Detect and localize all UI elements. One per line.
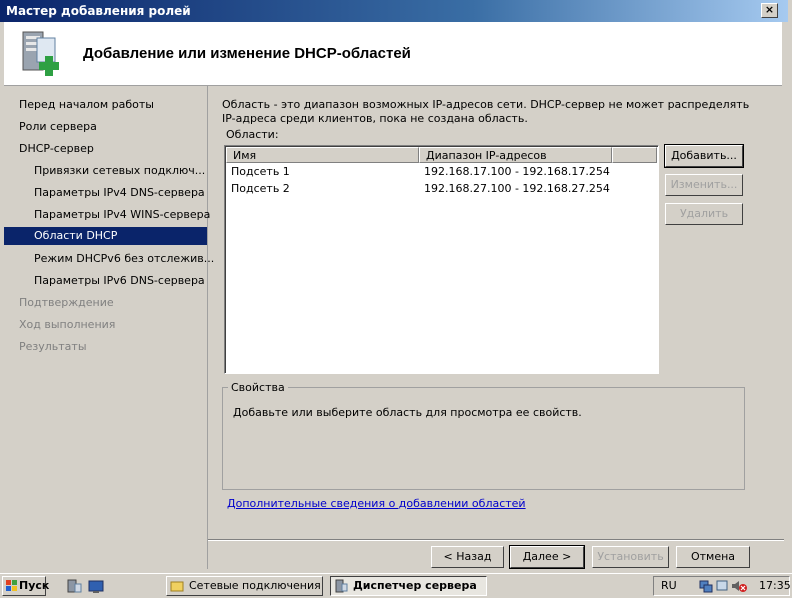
step-label: Подтверждение <box>19 296 114 309</box>
properties-text: Добавьте или выберите область для просмо… <box>233 406 582 419</box>
step-label: Привязки сетевых подключ... <box>34 164 206 177</box>
step-progress: Ход выполнения <box>4 314 207 336</box>
scope-description: Область - это диапазон возможных IP-адре… <box>222 98 750 125</box>
step-dhcp-scopes[interactable]: Области DHCP <box>4 227 207 245</box>
step-label: Ход выполнения <box>19 318 116 331</box>
step-label: Параметры IPv4 DNS-сервера <box>34 186 205 199</box>
step-ipv4-dns[interactable]: Параметры IPv4 DNS-сервера <box>4 182 207 204</box>
column-header-filler <box>612 147 657 163</box>
wizard-steps: Перед началом работы Роли сервера DHCP-с… <box>4 86 214 569</box>
properties-legend: Свойства <box>228 381 288 394</box>
network-adapter-icon[interactable] <box>715 579 729 593</box>
back-button[interactable]: < Назад <box>431 546 504 568</box>
task-network-connections[interactable]: Сетевые подключения <box>166 576 323 596</box>
server-manager-icon <box>335 579 348 593</box>
next-button[interactable]: Далее > <box>509 545 585 569</box>
wizard-header: Добавление или изменение DHCP-областей <box>4 22 782 86</box>
step-label: Параметры IPv6 DNS-сервера <box>34 274 205 287</box>
taskbar: Пуск Сетевые подключения Диспетчер серве… <box>0 573 792 598</box>
delete-button[interactable]: Удалить <box>665 203 743 225</box>
step-results: Результаты <box>4 336 207 358</box>
step-ipv6-dns[interactable]: Параметры IPv6 DNS-сервера <box>4 270 207 292</box>
step-before-you-begin[interactable]: Перед началом работы <box>4 94 207 116</box>
start-label: Пуск <box>19 579 50 592</box>
clock[interactable]: 17:35 <box>759 579 791 592</box>
scopes-list[interactable]: Имя Диапазон IP-адресов Подсеть 1 192.16… <box>224 145 659 374</box>
step-server-roles[interactable]: Роли сервера <box>4 116 207 138</box>
volume-muted-icon[interactable] <box>731 579 747 593</box>
step-label: Области DHCP <box>34 229 118 242</box>
footer-divider <box>208 539 784 541</box>
windows-logo-icon <box>6 580 17 591</box>
properties-group <box>222 387 745 490</box>
language-indicator[interactable]: RU <box>661 579 677 592</box>
table-row[interactable]: Подсеть 2 192.168.27.100 - 192.168.27.25… <box>231 181 651 197</box>
add-button[interactable]: Добавить... <box>664 144 744 168</box>
step-label: Перед началом работы <box>19 98 154 111</box>
more-info-link[interactable]: Дополнительные сведения о добавлении обл… <box>227 497 526 510</box>
network-status-icon[interactable] <box>699 579 713 593</box>
task-server-manager[interactable]: Диспетчер сервера <box>330 576 487 596</box>
task-label: Сетевые подключения <box>189 579 321 592</box>
table-row[interactable]: Подсеть 1 192.168.17.100 - 192.168.17.25… <box>231 164 651 180</box>
scope-range: 192.168.27.100 - 192.168.27.254 <box>424 182 610 195</box>
column-header-range[interactable]: Диапазон IP-адресов <box>419 147 612 163</box>
step-dhcpv6-mode[interactable]: Режим DHCPv6 без отслежив... <box>4 248 214 270</box>
step-confirmation: Подтверждение <box>4 292 207 314</box>
server-add-icon <box>22 31 59 76</box>
close-button[interactable]: × <box>761 3 778 18</box>
task-label: Диспетчер сервера <box>353 579 477 592</box>
step-network-bindings[interactable]: Привязки сетевых подключ... <box>4 160 207 182</box>
page-title: Добавление или изменение DHCP-областей <box>83 45 411 62</box>
edit-button[interactable]: Изменить... <box>665 174 743 196</box>
step-label: Параметры IPv4 WINS-сервера <box>34 208 211 221</box>
cancel-button[interactable]: Отмена <box>676 546 750 568</box>
scope-range: 192.168.17.100 - 192.168.17.254 <box>424 165 610 178</box>
scopes-label: Области: <box>226 128 279 141</box>
network-folder-icon <box>170 581 184 592</box>
scope-name: Подсеть 2 <box>231 182 290 195</box>
column-header-name[interactable]: Имя <box>226 147 419 163</box>
scope-name: Подсеть 1 <box>231 165 290 178</box>
install-button[interactable]: Установить <box>592 546 669 568</box>
step-label: Режим DHCPv6 без отслежив... <box>34 252 215 265</box>
window-title: Мастер добавления ролей <box>6 4 191 18</box>
show-desktop-icon[interactable] <box>88 578 104 594</box>
server-manager-quicklaunch-icon[interactable] <box>66 578 82 594</box>
step-dhcp-server[interactable]: DHCP-сервер <box>4 138 207 160</box>
system-tray: RU 17:35 <box>653 576 791 596</box>
step-label: DHCP-сервер <box>19 142 94 155</box>
step-label: Результаты <box>19 340 87 353</box>
step-label: Роли сервера <box>19 120 97 133</box>
step-ipv4-wins[interactable]: Параметры IPv4 WINS-сервера <box>4 204 211 226</box>
title-bar: Мастер добавления ролей × <box>0 0 788 22</box>
start-button[interactable]: Пуск <box>2 576 50 596</box>
